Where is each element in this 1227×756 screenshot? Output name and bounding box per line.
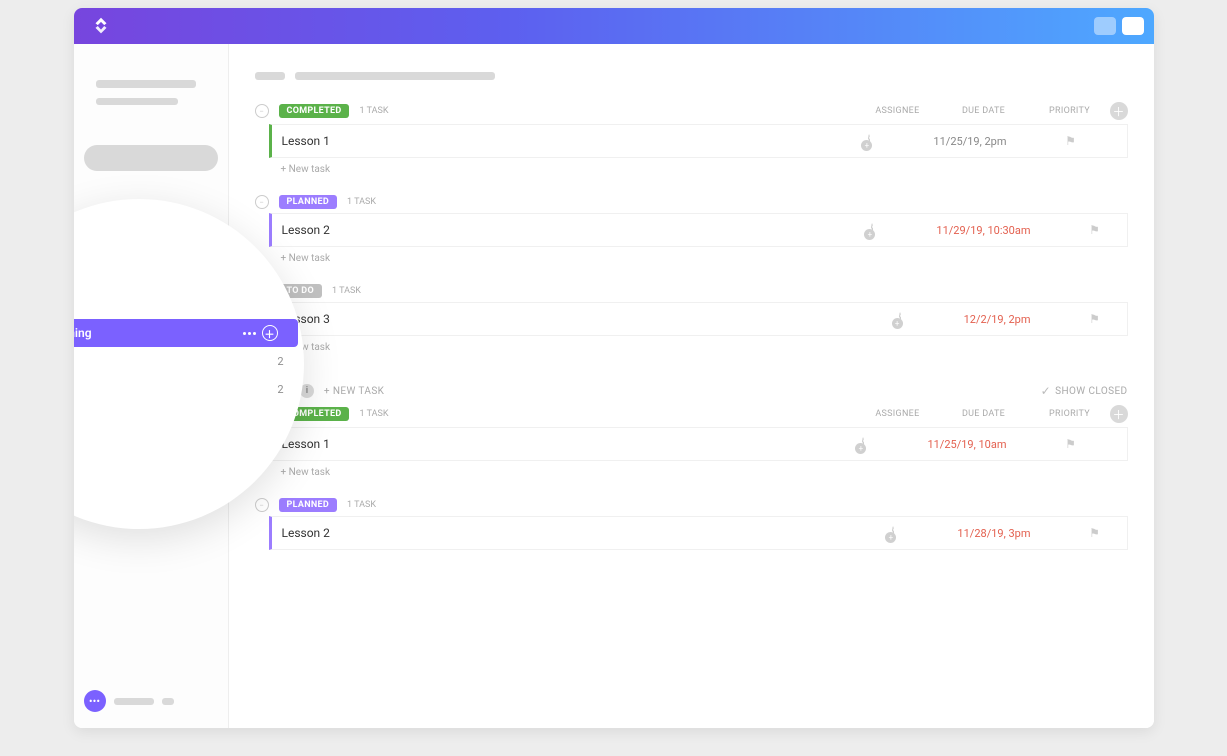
sidebar-folder-active[interactable]: Class Planning ＋ (74, 319, 298, 347)
task-row[interactable]: Lesson 1 11/25/19, 10am ⚑ (269, 427, 1128, 461)
task-title: Lesson 1 (282, 437, 330, 451)
assignee-icon[interactable] (892, 526, 894, 541)
assignee-icon[interactable] (868, 134, 870, 149)
task-count: 1 TASK (347, 500, 376, 510)
assignee-icon[interactable] (871, 223, 873, 238)
status-group: −COMPLETED 1 TASK ASSIGNEE DUE DATE PRIORITY… (255, 102, 1128, 181)
status-pill[interactable]: PLANNED (279, 195, 338, 209)
window-control[interactable] (1094, 17, 1116, 35)
due-date-cell[interactable]: 11/25/19, 10am (927, 438, 1006, 451)
priority-cell[interactable]: ⚑ (1073, 223, 1117, 237)
status-group: −PLANNED 1 TASK Lesson 2 11/28/19, 3pm ⚑ (255, 498, 1128, 550)
task-row[interactable]: Lesson 2 11/29/19, 10:30am ⚑ (269, 213, 1128, 247)
new-task-link[interactable]: + NEW TASK (324, 386, 384, 397)
new-task-row[interactable]: + New task (281, 336, 1128, 359)
add-column-button[interactable]: ＋ (1110, 405, 1128, 423)
collapse-icon[interactable]: − (255, 195, 269, 209)
col-assignee: ASSIGNEE (875, 409, 919, 419)
header-placeholder (295, 72, 495, 80)
col-priority: PRIORITY (1048, 106, 1092, 116)
priority-cell[interactable]: ⚑ (1073, 312, 1117, 326)
more-icon[interactable] (243, 332, 256, 335)
status-group: −PLANNED 1 TASK Lesson 2 11/29/19, 10:30am ⚑… (255, 195, 1128, 270)
column-headers: ASSIGNEE DUE DATE PRIORITY (875, 409, 1091, 419)
status-header: −COMPLETED1 TASKASSIGNEEDUE DATEPRIORITY… (255, 405, 1128, 423)
spacer (1099, 132, 1117, 150)
status-group: −COMPLETED1 TASKASSIGNEEDUE DATEPRIORITY… (255, 405, 1128, 484)
add-icon[interactable]: ＋ (262, 325, 278, 341)
status-group: −TO DO1 TASKLesson 312/2/19, 2pm⚑+ New t… (255, 284, 1128, 359)
main-content: −COMPLETED1 TASKASSIGNEEDUE DATEPRIORITY… (229, 44, 1154, 728)
show-closed-toggle[interactable]: ✓SHOW CLOSED (1041, 384, 1128, 398)
window-controls (1094, 17, 1144, 35)
col-priority: PRIORITY (1048, 409, 1092, 419)
collapse-icon[interactable]: − (255, 104, 269, 118)
assignee-cell[interactable] (878, 313, 922, 326)
list-section: −COMPLETED1 TASKASSIGNEEDUE DATEPRIORITY… (255, 102, 1128, 359)
col-due: DUE DATE (962, 106, 1006, 116)
priority-cell[interactable]: ⚑ (1049, 134, 1093, 148)
task-count: 1 TASK (347, 197, 376, 207)
task-count: 1 TASK (359, 106, 388, 116)
due-date-cell[interactable]: 12/2/19, 2pm (964, 313, 1031, 326)
sidebar-list-item[interactable]: Class 22 (74, 375, 304, 403)
sidebar-placeholder (114, 698, 154, 705)
assignee-cell[interactable] (847, 135, 891, 148)
assignee-icon[interactable] (862, 437, 864, 452)
list-count: 2 (277, 383, 283, 396)
assignee-cell[interactable] (871, 527, 915, 540)
priority-cell[interactable]: ⚑ (1049, 437, 1093, 451)
due-date-cell[interactable]: 11/28/19, 3pm (957, 527, 1030, 540)
assignee-cell[interactable] (850, 224, 894, 237)
list-header: ass 2i+ NEW TASK✓SHOW CLOSED (255, 383, 1128, 399)
assignee-cell[interactable] (841, 438, 885, 451)
collapse-icon[interactable]: − (255, 498, 269, 512)
chat-icon[interactable]: ••• (84, 690, 106, 712)
spacer (1099, 435, 1117, 453)
task-title: Lesson 1 (282, 134, 330, 148)
title-bar (74, 8, 1154, 44)
task-count: 1 TASK (332, 286, 361, 296)
status-header: −TO DO1 TASK (255, 284, 1128, 298)
new-task-row[interactable]: + New task (281, 461, 1128, 484)
task-row[interactable]: Lesson 2 11/28/19, 3pm ⚑ (269, 516, 1128, 550)
status-header: −PLANNED 1 TASK (255, 195, 1128, 209)
sidebar-placeholder (96, 80, 196, 88)
task-count: 1 TASK (359, 409, 388, 419)
due-date-cell[interactable]: 11/25/19, 2pm (933, 135, 1006, 148)
task-title: Lesson 2 (282, 526, 330, 540)
window-control[interactable] (1122, 17, 1144, 35)
new-task-row[interactable]: + New task (281, 158, 1128, 181)
clickup-logo (90, 15, 112, 37)
list-section: ass 2i+ NEW TASK✓SHOW CLOSED−COMPLETED1 … (255, 383, 1128, 550)
sidebar-placeholder (96, 98, 178, 105)
chat-dots: ••• (89, 695, 100, 708)
task-title: Lesson 2 (282, 223, 330, 237)
col-assignee: ASSIGNEE (875, 106, 919, 116)
list-count: 2 (277, 355, 283, 368)
sidebar-placeholder (162, 698, 174, 705)
header-placeholder (255, 72, 285, 80)
assignee-icon[interactable] (899, 312, 901, 327)
column-headers: ASSIGNEE DUE DATE PRIORITY (875, 106, 1091, 116)
col-due: DUE DATE (962, 409, 1006, 419)
status-header: −PLANNED 1 TASK (255, 498, 1128, 512)
add-column-button[interactable]: ＋ (1110, 102, 1128, 120)
sidebar-list-item[interactable]: Class 12 (74, 347, 304, 375)
status-pill[interactable]: PLANNED (279, 498, 338, 512)
status-header: −COMPLETED 1 TASK ASSIGNEE DUE DATE PRIORITY… (255, 102, 1128, 120)
new-task-row[interactable]: + New task (281, 247, 1128, 270)
sidebar-search[interactable] (84, 145, 218, 171)
app-window: ••• −COMPLETED1 TASKASSIGNEEDUE DATEPRIO… (74, 8, 1154, 728)
due-date-cell[interactable]: 11/29/19, 10:30am (936, 224, 1030, 237)
view-header (255, 72, 1128, 80)
task-row[interactable]: Lesson 1 11/25/19, 2pm ⚑ (269, 124, 1128, 158)
folder-label: Class Planning (74, 326, 92, 340)
status-pill[interactable]: COMPLETED (279, 104, 350, 118)
priority-cell[interactable]: ⚑ (1073, 526, 1117, 540)
task-row[interactable]: Lesson 312/2/19, 2pm⚑ (269, 302, 1128, 336)
